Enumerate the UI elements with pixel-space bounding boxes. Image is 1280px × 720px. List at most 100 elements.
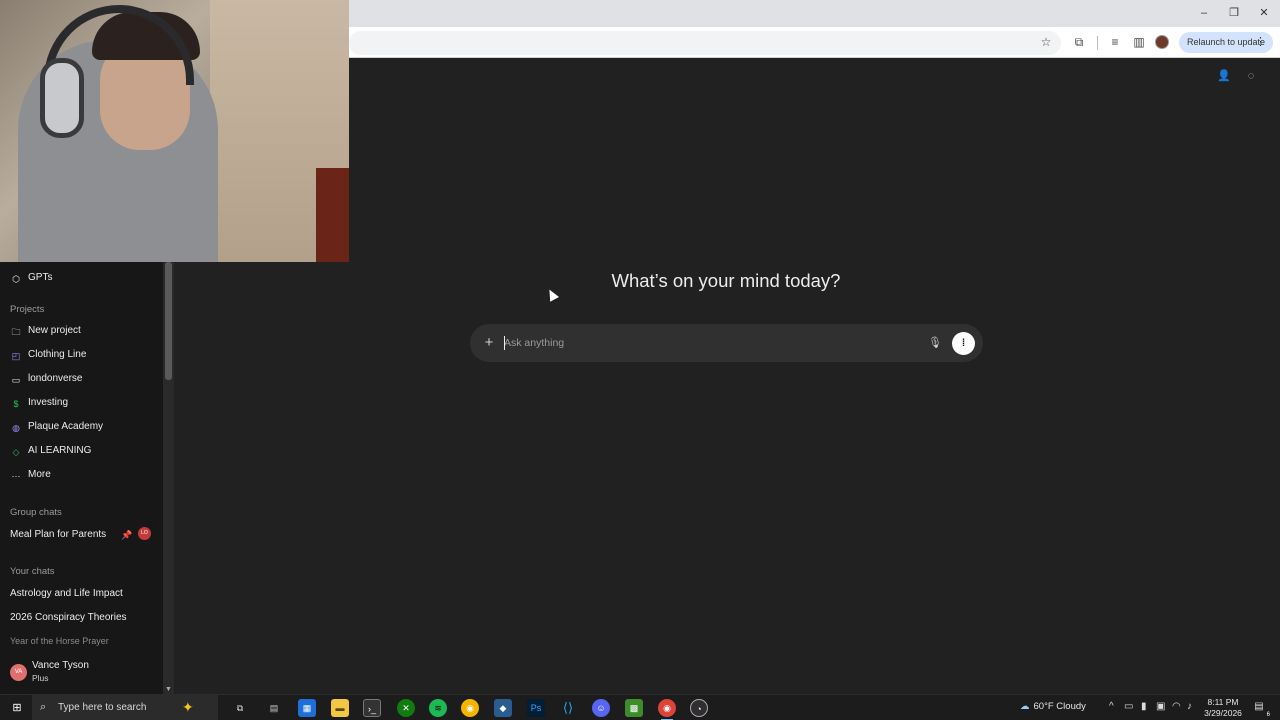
media-controls-icon[interactable]: ≡ [1107,34,1123,50]
sidebar-item-ai-learning[interactable]: ◇ AI LEARNING [10,442,158,460]
chat-item[interactable]: Astrology and Life Impact [10,588,123,599]
windows-start-icon[interactable]: ⊞ [10,701,24,715]
display-icon[interactable]: ▣ [1156,701,1165,712]
page-title: What’s on your mind today? [611,270,841,291]
sidebar-scrollbar[interactable]: ▼ [163,262,174,694]
taskbar-search[interactable]: ⌕ Type here to search ✦ [32,695,218,720]
gpts-icon: ⬡ [12,274,20,284]
webcam-poster [316,168,349,262]
group-chat-item[interactable]: Meal Plan for Parents [10,529,106,540]
clock-date: 3/29/2026 [1204,708,1242,718]
sidebar-item-clothing-line[interactable]: ◰ Clothing Line [10,346,158,364]
project-label: Plaque Academy [28,421,104,432]
windows-taskbar: ⊞ ⌕ Type here to search ✦ ⧉ ▤ ▦ ▬ ›_ ✕ ≋… [0,694,1280,720]
prompt-input[interactable] [504,333,904,353]
wifi-icon[interactable]: ◠ [1172,701,1181,712]
address-bar[interactable] [349,31,1061,55]
project-label: AI LEARNING [28,445,92,456]
graduation-cap-icon: ◇ [12,447,20,457]
microphone-icon[interactable]: 🎙 [928,335,942,351]
chrome-profile-icon[interactable]: ◉ [658,699,676,720]
scrollbar-thumb[interactable] [165,262,172,380]
project-label: Clothing Line [28,349,87,360]
more-dots-icon: ··· [11,471,21,481]
share-user-icon[interactable]: 👤 [1217,69,1231,83]
sidebar-item-plaque-academy[interactable]: ◍ Plaque Academy [10,418,158,436]
your-chats-heading: Your chats [10,566,55,577]
taskbar-search-text: Type here to search [58,702,147,713]
composer: + 🎙 ⁞ [470,324,983,362]
group-chats-heading: Group chats [10,507,62,518]
side-panel-icon[interactable]: ▥ [1131,34,1147,50]
avatar: VA [10,664,27,681]
webcam-overlay [0,0,349,262]
relaunch-label: Relaunch to update [1187,37,1266,47]
search-icon: ⌕ [40,701,47,713]
microphone-tray-icon[interactable]: ▮ [1141,701,1147,712]
projects-heading: Projects [10,304,45,315]
group-member-badge: LO [138,527,151,540]
weather-widget[interactable]: ☁ 60°F Cloudy [1020,701,1086,712]
notification-center-icon[interactable]: ▤ 6 [1252,701,1270,718]
sidebar-item-londonverse[interactable]: ▭ londonverse [10,370,158,388]
project-label: londonverse [28,373,83,384]
chrome-icon[interactable]: ◉ [461,699,479,717]
relaunch-to-update-button[interactable]: Relaunch to update ⋮ [1179,32,1273,53]
volume-icon[interactable]: ♪ [1187,701,1192,712]
sidebar-item-more[interactable]: ··· More [10,466,158,484]
restore-icon[interactable]: ❐ [1224,5,1244,21]
project-label: Investing [28,397,69,408]
folder-icon: ▭ [11,375,21,385]
add-attachment-icon[interactable]: + [482,334,496,352]
text-caret [504,336,505,350]
new-folder-icon: 🗀 [11,327,21,337]
project-label: New project [28,325,81,336]
minimize-icon[interactable]: – [1194,5,1214,21]
voice-mode-button[interactable]: ⁞ [952,332,975,355]
discord-icon[interactable]: ☺ [592,699,610,717]
extensions-icon[interactable]: ⧉ [1071,34,1087,50]
scroll-down-icon[interactable]: ▼ [165,686,172,694]
minecraft-icon[interactable]: ▩ [625,699,643,717]
globe-icon: ◍ [12,423,20,433]
search-highlight-icon: ✦ [182,699,194,715]
sidebar-item-investing[interactable]: $ Investing [10,394,158,412]
file-explorer-icon[interactable]: ▤ [265,699,283,717]
davinci-icon[interactable]: ◆ [494,699,512,717]
tray-chevron-icon[interactable]: ^ [1109,701,1114,712]
system-clock[interactable]: 8:11 PM 3/29/2026 [1200,697,1246,719]
user-account-row[interactable]: VA Vance Tyson Plus [0,652,163,694]
terminal-icon[interactable]: ›_ [363,699,381,717]
gpts-label: GPTs [28,272,53,283]
spotify-icon[interactable]: ≋ [429,699,447,717]
cloud-icon: ☁ [1020,701,1030,712]
temporary-chat-icon[interactable]: ◌ [1244,69,1258,83]
notification-count: 6 [1266,712,1270,718]
clock-time: 8:11 PM [1207,697,1239,707]
webcam-headphone [40,58,84,138]
dollar-icon: $ [13,399,19,409]
user-plan: Plus [32,673,49,683]
sidebar-item-gpts[interactable]: ⬡ GPTs [10,269,158,287]
network-icon[interactable]: ▭ [1124,701,1133,712]
browser-profile-avatar[interactable] [1155,35,1169,49]
sidebar-item-new-project[interactable]: 🗀 New project [10,322,158,340]
task-view-icon[interactable]: ⧉ [231,699,249,717]
pin-icon[interactable]: 📌 [121,530,132,541]
user-name: Vance Tyson [32,660,89,671]
chat-item[interactable]: Year of the Horse Prayer [10,636,109,646]
xbox-icon[interactable]: ✕ [397,699,415,717]
bag-icon: ◰ [11,351,21,361]
more-label: More [28,469,51,480]
obs-icon[interactable]: ◔ [690,699,708,717]
bookmark-star-icon[interactable]: ☆ [1038,34,1054,50]
close-window-icon[interactable]: ✕ [1254,5,1274,21]
chat-item[interactable]: 2026 Conspiracy Theories [10,612,127,623]
weather-text: 60°F Cloudy [1033,701,1086,712]
toolbar-divider [1097,36,1098,50]
kebab-menu-icon[interactable]: ⋮ [1255,32,1266,53]
ms-store-icon[interactable]: ▦ [298,699,316,717]
vscode-icon[interactable]: ⟨⟩ [559,699,577,717]
photoshop-icon[interactable]: Ps [527,699,545,717]
folder-icon[interactable]: ▬ [331,699,349,717]
